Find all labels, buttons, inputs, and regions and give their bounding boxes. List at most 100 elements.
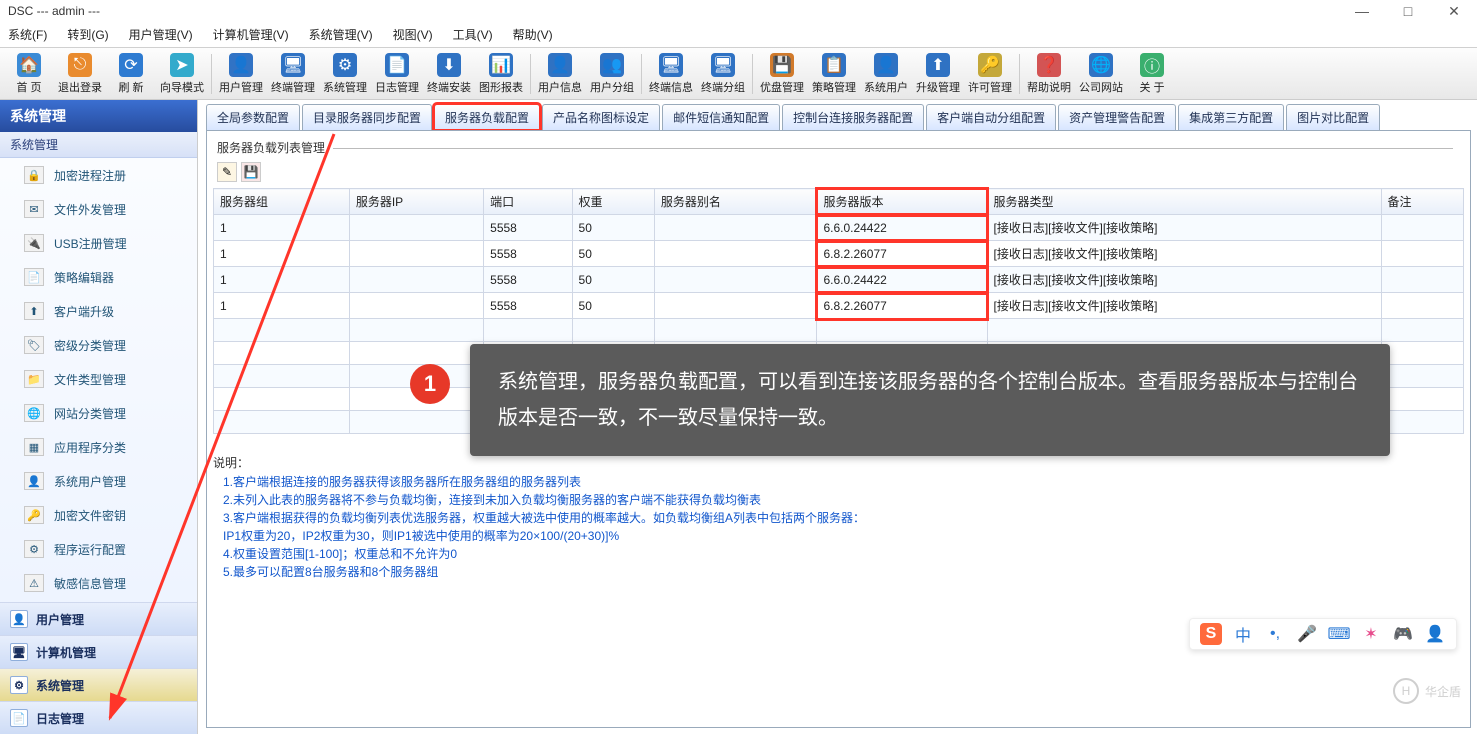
logout-button[interactable]: ⎋退出登录 xyxy=(54,50,106,98)
upgrade-mgmt-button[interactable]: ⬆升级管理 xyxy=(912,50,964,98)
system-user-button[interactable]: 👤系统用户 xyxy=(860,50,912,98)
menu-item[interactable]: 转到(G) xyxy=(67,26,108,43)
tab-image-compare[interactable]: 图片对比配置 xyxy=(1286,104,1380,130)
sidebar-item[interactable]: 📁文件类型管理 xyxy=(0,362,197,396)
menu-item[interactable]: 用户管理(V) xyxy=(129,26,193,43)
ime-item[interactable]: ⌨ xyxy=(1328,623,1350,645)
sidebar-item[interactable]: 🏷密级分类管理 xyxy=(0,328,197,362)
edit-icon[interactable]: ✎ xyxy=(217,162,237,182)
user-group-button[interactable]: 👥用户分组 xyxy=(586,50,638,98)
tab-mail-sms[interactable]: 邮件短信通知配置 xyxy=(662,104,780,130)
tab-auto-group[interactable]: 客户端自动分组配置 xyxy=(926,104,1056,130)
menu-item[interactable]: 计算机管理(V) xyxy=(213,26,289,43)
sidebar-item[interactable]: ⚠敏感信息管理 xyxy=(0,566,197,600)
sidebar-sub[interactable]: 系统管理 xyxy=(0,132,197,158)
terminal-mgmt-button[interactable]: 🖥终端管理 xyxy=(267,50,319,98)
sidebar-item[interactable]: 🌐网站分类管理 xyxy=(0,396,197,430)
toolbar-label: 系统管理 xyxy=(323,79,367,95)
table-row[interactable]: 15558506.8.2.26077[接收日志][接收文件][接收策略] xyxy=(214,241,1464,267)
tab-server-load[interactable]: 服务器负载配置 xyxy=(434,104,540,130)
nav-computer-mgmt[interactable]: 🖥计算机管理 xyxy=(0,635,197,668)
ime-item[interactable]: •, xyxy=(1264,623,1286,645)
user-mgmt-button[interactable]: 👤用户管理 xyxy=(215,50,267,98)
log-mgmt-button[interactable]: 📄日志管理 xyxy=(371,50,423,98)
policy-mgmt-button[interactable]: 📋策略管理 xyxy=(808,50,860,98)
menu-item[interactable]: 帮助(V) xyxy=(513,26,553,43)
nav-log-mgmt[interactable]: 📄日志管理 xyxy=(0,701,197,734)
column-header[interactable]: 备注 xyxy=(1381,189,1463,215)
cell-group: 1 xyxy=(214,241,350,267)
explain-line: 3.客户端根据获得的负载均衡列表优选服务器，权重越大被选中使用的概率越大。如负载… xyxy=(223,509,1464,527)
help-button[interactable]: ❓帮助说明 xyxy=(1023,50,1075,98)
home-button[interactable]: 🏠首 页 xyxy=(4,50,54,98)
window-controls: — □ ✕ xyxy=(1339,0,1477,22)
sidebar-item-label: 应用程序分类 xyxy=(54,439,126,456)
system-mgmt-button[interactable]: ⚙系统管理 xyxy=(319,50,371,98)
column-header[interactable]: 服务器类型 xyxy=(987,189,1381,215)
cell-ip xyxy=(349,267,483,293)
website-button[interactable]: 🌐公司网站 xyxy=(1075,50,1127,98)
column-header[interactable]: 服务器版本 xyxy=(817,189,987,215)
user-info-button[interactable]: 👤用户信息 xyxy=(534,50,586,98)
sidebar-item[interactable]: ▦应用程序分类 xyxy=(0,430,197,464)
toolbar-label: 退出登录 xyxy=(58,79,102,95)
ime-item[interactable]: 🎤 xyxy=(1296,623,1318,645)
column-header[interactable]: 服务器别名 xyxy=(654,189,817,215)
nav-label: 用户管理 xyxy=(36,611,84,628)
tab-console-conn[interactable]: 控制台连接服务器配置 xyxy=(782,104,924,130)
close-button[interactable]: ✕ xyxy=(1431,0,1477,22)
sidebar-item-label: 系统用户管理 xyxy=(54,473,126,490)
column-header[interactable]: 服务器IP xyxy=(349,189,483,215)
sidebar-item[interactable]: 🔒加密进程注册 xyxy=(0,158,197,192)
terminal-group-button[interactable]: 🖥终端分组 xyxy=(697,50,749,98)
sidebar-item[interactable]: 👤系统用户管理 xyxy=(0,464,197,498)
menu-item[interactable]: 系统管理(V) xyxy=(309,26,373,43)
chart-report-button[interactable]: 📊图形报表 xyxy=(475,50,527,98)
minimize-button[interactable]: — xyxy=(1339,0,1385,22)
menu-item[interactable]: 系统(F) xyxy=(8,26,47,43)
column-header[interactable]: 权重 xyxy=(572,189,654,215)
cell-remark xyxy=(1381,267,1463,293)
nav-system-mgmt[interactable]: ⚙系统管理 xyxy=(0,668,197,701)
menu-item[interactable]: 工具(V) xyxy=(453,26,493,43)
sidebar-item-icon: ✉ xyxy=(24,200,44,218)
ime-item[interactable]: 中 xyxy=(1232,623,1254,645)
table-row[interactable]: 15558506.6.0.24422[接收日志][接收文件][接收策略] xyxy=(214,267,1464,293)
sidebar-item[interactable]: ⚙程序运行配置 xyxy=(0,532,197,566)
sidebar-item[interactable]: ✉文件外发管理 xyxy=(0,192,197,226)
tab-global-params[interactable]: 全局参数配置 xyxy=(206,104,300,130)
refresh-button[interactable]: ⟳刷 新 xyxy=(106,50,156,98)
maximize-button[interactable]: □ xyxy=(1385,0,1431,22)
wizard-button[interactable]: ➤向导模式 xyxy=(156,50,208,98)
column-header[interactable]: 端口 xyxy=(484,189,572,215)
table-row[interactable]: 15558506.8.2.26077[接收日志][接收文件][接收策略] xyxy=(214,293,1464,319)
ime-toolbar[interactable]: S中 •, 🎤 ⌨ ✶ 🎮 👤 xyxy=(1189,618,1457,650)
system-user-button-icon: 👤 xyxy=(874,53,898,77)
table-row[interactable]: 15558506.6.0.24422[接收日志][接收文件][接收策略] xyxy=(214,215,1464,241)
save-icon[interactable]: 💾 xyxy=(241,162,261,182)
tab-asset-warn[interactable]: 资产管理警告配置 xyxy=(1058,104,1176,130)
ime-item[interactable]: 🎮 xyxy=(1392,623,1414,645)
sidebar-item[interactable]: 🔑加密文件密钥 xyxy=(0,498,197,532)
terminal-info-button[interactable]: 🖥终端信息 xyxy=(645,50,697,98)
sidebar-item[interactable]: ⬆客户端升级 xyxy=(0,294,197,328)
sidebar-item[interactable]: 🔌USB注册管理 xyxy=(0,226,197,260)
main-toolbar: 🏠首 页⎋退出登录⟳刷 新➤向导模式👤用户管理🖥终端管理⚙系统管理📄日志管理⬇终… xyxy=(0,48,1477,100)
menu-item[interactable]: 视图(V) xyxy=(393,26,433,43)
license-mgmt-button[interactable]: 🔑许可管理 xyxy=(964,50,1016,98)
ime-item[interactable]: 👤 xyxy=(1424,623,1446,645)
cell-alias xyxy=(654,241,817,267)
about-button[interactable]: ⓘ关 于 xyxy=(1127,50,1177,98)
nav-user-mgmt[interactable]: 👤用户管理 xyxy=(0,602,197,635)
terminal-install-button[interactable]: ⬇终端安装 xyxy=(423,50,475,98)
sidebar-item[interactable]: 📄策略编辑器 xyxy=(0,260,197,294)
tab-dir-sync[interactable]: 目录服务器同步配置 xyxy=(302,104,432,130)
usb-mgmt-button[interactable]: 💾优盘管理 xyxy=(756,50,808,98)
ime-item[interactable]: ✶ xyxy=(1360,623,1382,645)
tab-third-party[interactable]: 集成第三方配置 xyxy=(1178,104,1284,130)
tab-product-name[interactable]: 产品名称图标设定 xyxy=(542,104,660,130)
ime-logo-icon[interactable]: S xyxy=(1200,623,1222,645)
cell-version: 6.8.2.26077 xyxy=(817,293,987,319)
column-header[interactable]: 服务器组 xyxy=(214,189,350,215)
sidebar-item-label: 策略编辑器 xyxy=(54,269,114,286)
